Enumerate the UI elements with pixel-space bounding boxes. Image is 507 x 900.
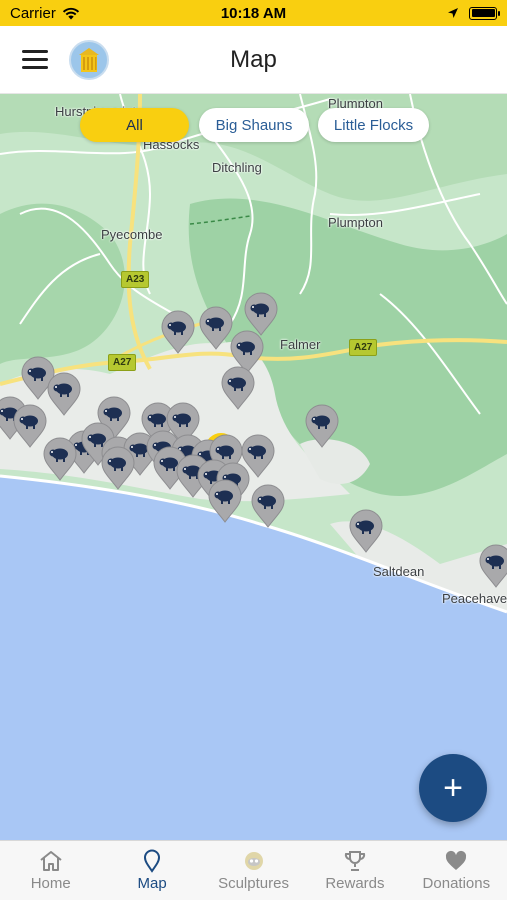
tab-rewards-label: Rewards [325, 875, 385, 892]
sculpture-pin[interactable] [207, 479, 243, 523]
heart-icon [444, 849, 468, 873]
place-label: Pyecombe [101, 227, 163, 242]
place-label: Plumpton [328, 215, 383, 230]
sheep-pin-icon [305, 404, 339, 448]
road-shield: A23 [121, 271, 150, 288]
place-label: Ditchling [212, 160, 262, 175]
location-arrow-icon [448, 8, 458, 18]
tab-donations[interactable]: Donations [406, 841, 507, 900]
tab-bar: Home Map Sculptures Rewards Donations [0, 840, 507, 900]
wifi-icon [62, 7, 79, 19]
sculpture-pin[interactable] [348, 509, 384, 553]
filter-chips: All Big Shauns Little Flocks [0, 108, 507, 144]
sculpture-pin[interactable] [160, 310, 196, 354]
filter-all[interactable]: All [80, 108, 189, 142]
map-pin-icon [143, 849, 161, 873]
place-label: Falmer [280, 337, 321, 352]
tab-map-label: Map [137, 875, 167, 892]
battery-icon [469, 6, 500, 20]
sculpture-pin[interactable] [304, 404, 340, 448]
road-shield: A27 [108, 354, 137, 371]
sheep-pin-icon [251, 484, 285, 528]
trophy-icon [343, 849, 367, 873]
sheep-pin-icon [47, 372, 81, 416]
sheep-pin-icon [208, 479, 242, 523]
sculpture-pin[interactable] [478, 544, 507, 588]
tab-donations-label: Donations [422, 875, 491, 892]
road-shield: A27 [349, 339, 378, 356]
map-view[interactable]: Plumpton Hurstpierpoint Hassocks Ditchli… [0, 94, 507, 840]
status-bar: Carrier 10:18 AM [0, 0, 507, 26]
sheep-pin-icon [101, 446, 135, 490]
tab-map[interactable]: Map [101, 841, 202, 900]
sculpture-pin[interactable] [250, 484, 286, 528]
carrier-label: Carrier [10, 4, 56, 22]
sheep-pin-icon [479, 544, 507, 588]
tab-rewards[interactable]: Rewards [304, 841, 405, 900]
page-title: Map [230, 46, 277, 73]
sheep-icon [242, 849, 266, 873]
filter-big-shauns[interactable]: Big Shauns [199, 108, 309, 142]
home-icon [38, 849, 64, 873]
sheep-pin-icon [221, 366, 255, 410]
sheep-pin-icon [349, 509, 383, 553]
place-label: Saltdean [373, 564, 425, 579]
sculpture-pin[interactable] [46, 372, 82, 416]
sculpture-pin[interactable] [42, 437, 78, 481]
add-button[interactable]: + [419, 754, 487, 822]
sheep-pin-icon [161, 310, 195, 354]
tab-sculptures[interactable]: Sculptures [203, 841, 304, 900]
sculpture-pin[interactable] [220, 366, 256, 410]
place-label: Peacehaven [442, 591, 507, 606]
tab-home-label: Home [30, 875, 71, 892]
sheep-pin-icon [43, 437, 77, 481]
tab-sculptures-label: Sculptures [218, 875, 289, 892]
filter-little-flocks[interactable]: Little Flocks [318, 108, 429, 142]
sculpture-pin[interactable] [100, 446, 136, 490]
nav-bar: Map [0, 26, 507, 94]
tab-home[interactable]: Home [0, 841, 101, 900]
